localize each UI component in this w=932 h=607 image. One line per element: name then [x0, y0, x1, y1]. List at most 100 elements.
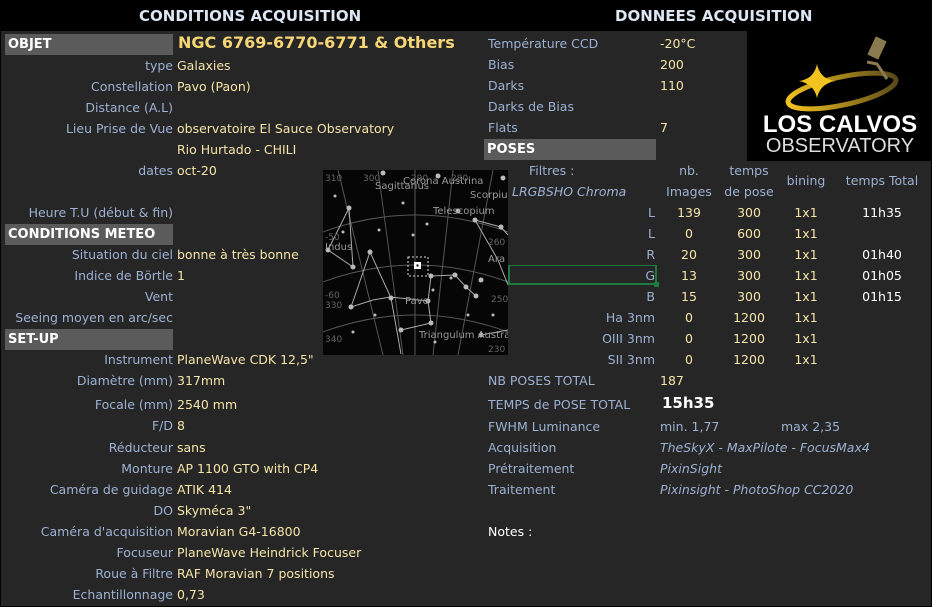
- filter-exposure[interactable]: 300: [719, 205, 779, 221]
- col-temps-1: temps: [729, 163, 769, 178]
- filter-binning[interactable]: 1x1: [781, 268, 831, 284]
- nb-poses-value: 187: [660, 373, 684, 388]
- filter-total-time: 01h05: [862, 268, 902, 283]
- field-value[interactable]: RAF Moravian 7 positions: [177, 566, 335, 582]
- field-value[interactable]: AP 1100 GTO with CP4: [177, 461, 318, 477]
- sky-tick: 340: [325, 335, 342, 345]
- section-setup: SET-UP: [5, 329, 173, 350]
- field-value[interactable]: 317mm: [177, 373, 225, 389]
- field-value[interactable]: PlaneWave Heindrick Focuser: [177, 545, 361, 561]
- filter-binning[interactable]: 1x1: [781, 352, 831, 368]
- object-name[interactable]: NGC 6769-6770-6771 & Others: [178, 35, 455, 51]
- acq-value[interactable]: 110: [660, 78, 684, 94]
- field-value[interactable]: observatoire El Sauce Observatory: [177, 121, 394, 137]
- col-bining: bining: [786, 173, 826, 188]
- section-objet: OBJET: [5, 34, 173, 55]
- filter-nb-images[interactable]: 0: [665, 331, 713, 347]
- fwhm-max: max 2,35: [781, 419, 841, 434]
- filter-name: SII 3nm: [607, 352, 655, 367]
- fwhm-label: FWHM Luminance: [488, 419, 601, 434]
- sky-label: Scorpius: [470, 190, 508, 201]
- left-title: CONDITIONS ACQUISITION: [139, 7, 362, 25]
- col-temps-2: de pose: [724, 184, 774, 199]
- acq-value[interactable]: 7: [660, 120, 668, 136]
- field-value[interactable]: 1: [177, 268, 185, 284]
- field-label: Indice de Börtle: [74, 268, 173, 283]
- acquisition-label: Acquisition: [488, 440, 557, 455]
- traitement-label: Traitement: [488, 482, 556, 497]
- field-label: type: [145, 58, 173, 73]
- field-value[interactable]: bonne à très bonne: [177, 247, 299, 263]
- filter-nb-images[interactable]: 0: [665, 226, 713, 242]
- field-label: Situation du ciel: [71, 247, 173, 262]
- field-label: F/D: [151, 418, 173, 433]
- field-value[interactable]: Skyméca 3": [177, 503, 251, 519]
- field-label: dates: [138, 163, 173, 178]
- filter-nb-images[interactable]: 13: [665, 268, 713, 284]
- field-label: Focuseur: [116, 545, 173, 560]
- filter-exposure[interactable]: 1200: [719, 331, 779, 347]
- pretraitement-value: PixinSight: [660, 461, 722, 476]
- logo-line2: OBSERVATORY: [766, 135, 914, 157]
- filter-name: OIII 3nm: [602, 331, 655, 346]
- filter-binning[interactable]: 1x1: [781, 247, 831, 263]
- field-label: DO: [153, 503, 173, 518]
- filter-exposure[interactable]: 300: [719, 247, 779, 263]
- sky-chart-svg: Sagittarius Corona Austrina Scorpius Tel…: [302, 169, 529, 381]
- filter-name: Ha 3nm: [605, 310, 655, 325]
- field-label: Diamètre (mm): [76, 373, 173, 388]
- field-label: Réducteur: [108, 440, 173, 455]
- filter-exposure[interactable]: 300: [719, 289, 779, 305]
- filter-name: G: [645, 268, 655, 283]
- filter-name: R: [646, 247, 655, 262]
- section-conditions-meteo: CONDITIONS METEO: [5, 224, 173, 245]
- sky-tick: 310: [325, 174, 342, 184]
- field-value[interactable]: oct-20: [177, 163, 217, 179]
- acq-value[interactable]: -20°C: [660, 36, 695, 52]
- filter-nb-images[interactable]: 20: [665, 247, 713, 263]
- filter-binning[interactable]: 1x1: [781, 331, 831, 347]
- filter-nb-images[interactable]: 0: [665, 310, 713, 326]
- field-value[interactable]: sans: [177, 440, 206, 456]
- field-label: Monture: [121, 461, 173, 476]
- sky-label: Ara: [488, 254, 505, 265]
- filter-nb-images[interactable]: 0: [665, 352, 713, 368]
- filter-exposure[interactable]: 1200: [719, 310, 779, 326]
- field-label: Vent: [144, 289, 173, 304]
- col-temps-total: temps Total: [845, 173, 919, 188]
- filter-name: B: [646, 289, 655, 304]
- fwhm-min: min. 1,77: [660, 419, 720, 434]
- field-label: Focale (mm): [94, 397, 173, 412]
- col-nb-2: Images: [666, 184, 712, 199]
- filter-binning[interactable]: 1x1: [781, 205, 831, 221]
- col-nb-1: nb.: [679, 163, 699, 178]
- field-value[interactable]: ATIK 414: [177, 482, 232, 498]
- field-label: Caméra de guidage: [49, 482, 173, 497]
- field-value[interactable]: 8: [177, 418, 185, 434]
- sky-label: Telescopium: [432, 206, 495, 217]
- filter-exposure[interactable]: 300: [719, 268, 779, 284]
- nb-poses-label: NB POSES TOTAL: [488, 373, 595, 388]
- field-label: Caméra d'acquisition: [40, 524, 173, 539]
- right-title: DONNEES ACQUISITION: [615, 7, 813, 25]
- field-value[interactable]: Rio Hurtado - CHILI: [177, 142, 296, 158]
- filter-binning[interactable]: 1x1: [781, 226, 831, 242]
- field-value[interactable]: Moravian G4-16800: [177, 524, 301, 540]
- sky-tick: 290: [411, 174, 428, 184]
- sky-tick: 230: [488, 345, 505, 355]
- field-value[interactable]: Pavo (Paon): [177, 79, 251, 95]
- field-value[interactable]: Galaxies: [177, 58, 231, 74]
- field-value[interactable]: PlaneWave CDK 12,5": [177, 352, 314, 368]
- filter-binning[interactable]: 1x1: [781, 310, 831, 326]
- filter-exposure[interactable]: 1200: [719, 352, 779, 368]
- field-value[interactable]: 2540 mm: [177, 397, 237, 413]
- filter-nb-images[interactable]: 15: [665, 289, 713, 305]
- traitement-value: Pixinsight - PhotoShop CC2020: [660, 482, 854, 497]
- filter-exposure[interactable]: 600: [719, 226, 779, 242]
- acq-label: Bias: [488, 57, 515, 72]
- filter-total-time: 01h40: [862, 247, 902, 262]
- filter-nb-images[interactable]: 139: [665, 205, 713, 221]
- field-value[interactable]: 0,73: [177, 587, 205, 603]
- acq-value[interactable]: 200: [660, 57, 684, 73]
- filter-binning[interactable]: 1x1: [781, 289, 831, 305]
